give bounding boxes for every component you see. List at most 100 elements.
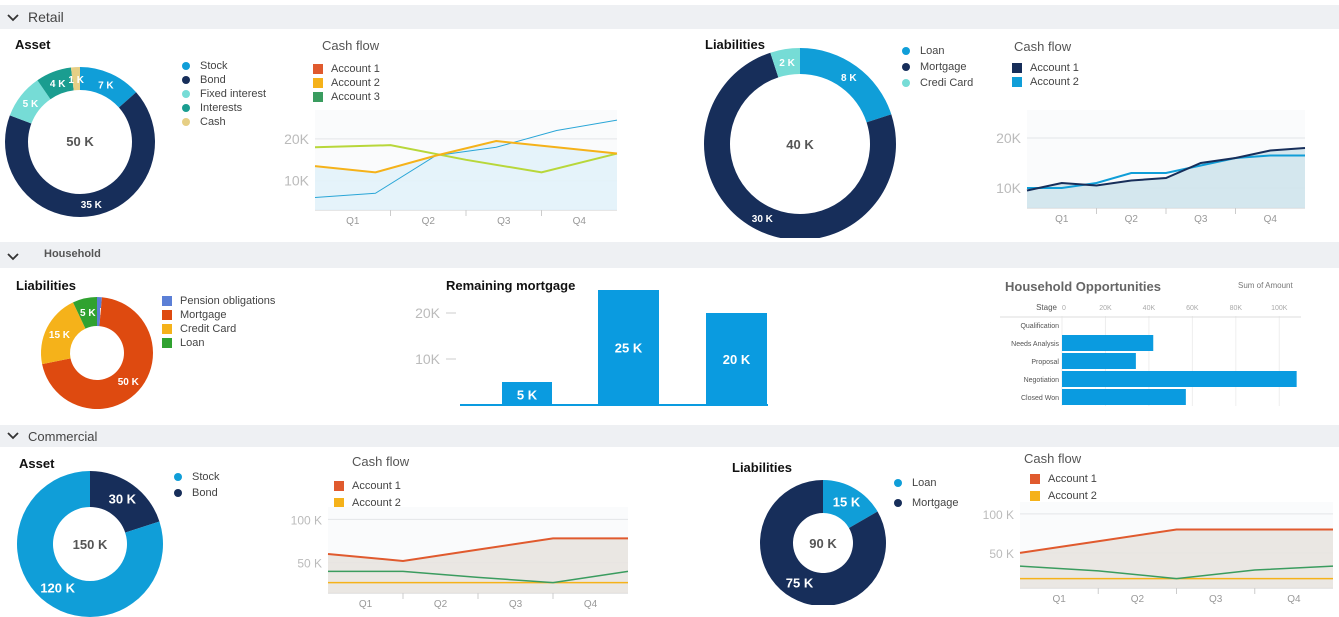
legend-label: Account 2 <box>331 77 380 89</box>
legend-marker <box>162 296 172 306</box>
legend-item-interests[interactable]: Interests <box>182 101 266 115</box>
legend-marker <box>182 118 190 126</box>
retail-section-header[interactable]: Retail <box>0 5 1339 29</box>
legend-marker <box>902 79 910 87</box>
commercial-liabilities-donut[interactable]: 15 K 75 K 90 K <box>755 475 895 605</box>
donut-label: 2 K <box>779 58 795 69</box>
commercial-cashflow-chart[interactable]: 100 K 50 K Q1 Q2 Q3 Q4 <box>270 505 632 617</box>
legend-item-account-1[interactable]: Account 1 <box>1012 61 1079 75</box>
retail-cashflow-chart[interactable]: 20K 10K Q1 Q2 Q3 Q4 <box>265 110 625 235</box>
commercial-cashflow-title: Cash flow <box>352 454 410 469</box>
legend-marker <box>174 489 182 497</box>
household-opportunities-chart[interactable]: Stage 0 20K 40K 60K 80K 100K Qualification Needs… <box>995 298 1335 413</box>
legend-item-account-2[interactable]: Account 2 <box>1012 75 1079 89</box>
bar-label: 5 K <box>517 388 538 403</box>
legend-item-mortgage[interactable]: Mortgage <box>162 308 275 322</box>
legend-label: Cash <box>200 116 226 128</box>
legend-marker <box>174 473 182 481</box>
legend-label: Credi Card <box>920 77 974 89</box>
legend-label: Loan <box>920 45 945 57</box>
retail-cashflow-legend: Account 1 Account 2 Account 3 <box>313 62 380 104</box>
commercial-liabilities-legend: Loan Mortgage <box>894 476 958 510</box>
remaining-mortgage-chart[interactable]: 20K 10K 5 K 25 K 20 K <box>400 285 780 415</box>
chevron-down-icon <box>7 14 19 22</box>
x-tick-label: 80K <box>1230 305 1243 312</box>
legend-marker <box>1012 77 1022 87</box>
donut-label: 75 K <box>786 576 814 591</box>
chevron-down-icon <box>7 253 19 261</box>
legend-item-mortgage[interactable]: Mortgage <box>894 496 958 510</box>
section-title: Retail <box>28 9 64 25</box>
donut-label: 4 K <box>50 79 66 90</box>
retail-liabilities-legend: Loan Mortgage Credi Card <box>902 44 973 90</box>
legend-label: Account 2 <box>1030 76 1079 88</box>
y-tick-label: 20K <box>284 131 310 147</box>
opportunity-bar[interactable] <box>1062 353 1136 369</box>
legend-item-account-1[interactable]: Account 1 <box>313 62 380 76</box>
x-tick-label: Q3 <box>509 599 523 610</box>
legend-item-account-2[interactable]: Account 2 <box>313 76 380 90</box>
legend-item-stock[interactable]: Stock <box>174 470 220 484</box>
x-tick-label: Q4 <box>1264 214 1278 225</box>
household-liabilities-donut[interactable]: 1 K50 K15 K5 K <box>30 290 170 415</box>
retail-cashflow2-legend: Account 1 Account 2 <box>1012 61 1079 89</box>
commercial-cashflow2-chart[interactable]: 100 K 50 K Q1 Q2 Q3 Q4 <box>965 500 1339 612</box>
legend-label: Mortgage <box>912 497 959 509</box>
legend-item-credi-card[interactable]: Credi Card <box>902 76 973 90</box>
legend-marker <box>313 92 323 102</box>
retail-asset-donut[interactable]: 7 K 35 K 5 K 4 K1 K 50 K <box>0 50 170 235</box>
donut-label: 8 K <box>841 73 857 84</box>
legend-item-loan[interactable]: Loan <box>894 476 958 490</box>
donut-slice-loan[interactable] <box>800 48 892 123</box>
x-tick-label: 100K <box>1271 305 1288 312</box>
legend-item-bond[interactable]: Bond <box>174 486 220 500</box>
legend-label: Account 1 <box>1048 473 1097 485</box>
legend-item-stock[interactable]: Stock <box>182 59 266 73</box>
y-tick-label: 10K <box>284 173 310 189</box>
retail-cashflow2-chart[interactable]: 20K 10K Q1 Q2 Q3 Q4 <box>965 110 1339 235</box>
commercial-section-header[interactable]: Commercial <box>0 425 1339 447</box>
stage-label: Negotiation <box>1024 377 1060 384</box>
legend-item-loan[interactable]: Loan <box>902 44 973 58</box>
x-tick-label: 20K <box>1099 305 1112 312</box>
retail-cashflow-title: Cash flow <box>322 38 380 53</box>
legend-marker <box>1030 474 1040 484</box>
legend-label: Mortgage <box>180 309 227 321</box>
legend-label: Mortgage <box>920 61 967 73</box>
legend-marker <box>334 481 344 491</box>
y-tick-label: 10K <box>415 351 441 367</box>
legend-item-cash[interactable]: Cash <box>182 115 266 129</box>
legend-item-account-1[interactable]: Account 1 <box>1030 472 1097 486</box>
legend-item-loan[interactable]: Loan <box>162 336 275 350</box>
donut-label: 1 K <box>68 75 84 86</box>
opportunity-bar[interactable] <box>1062 371 1297 387</box>
legend-item-mortgage[interactable]: Mortgage <box>902 60 973 74</box>
donut-center-label: 90 K <box>809 536 837 551</box>
household-opportunities-title: Household Opportunities <box>1005 279 1161 294</box>
donut-label: 30 K <box>109 492 137 507</box>
x-tick-label: Q1 <box>1052 594 1066 605</box>
y-tick-label: 100 K <box>983 508 1014 522</box>
legend-label: Account 1 <box>352 480 401 492</box>
legend-item-account-3[interactable]: Account 3 <box>313 90 380 104</box>
retail-liabilities-donut[interactable]: 8 K 30 K 2 K 40 K <box>700 48 900 238</box>
opportunity-bar[interactable] <box>1062 389 1186 405</box>
legend-item-pension-obligations[interactable]: Pension obligations <box>162 294 275 308</box>
legend-item-account-1[interactable]: Account 1 <box>334 479 401 493</box>
household-section-header[interactable]: Household <box>0 242 1339 268</box>
commercial-asset-donut[interactable]: 30 K 120 K 150 K <box>10 465 180 617</box>
bar-label: 25 K <box>615 341 643 356</box>
legend-marker <box>162 338 172 348</box>
stage-axis-label: Stage <box>1036 303 1057 312</box>
commercial-cashflow2-title: Cash flow <box>1024 451 1082 466</box>
legend-item-credit-card[interactable]: Credit Card <box>162 322 275 336</box>
legend-label: Interests <box>200 102 243 114</box>
legend-item-bond[interactable]: Bond <box>182 73 266 87</box>
retail-asset-legend: Stock Bond Fixed interest Interests Cash <box>182 59 266 129</box>
legend-item-fixed-interest[interactable]: Fixed interest <box>182 87 266 101</box>
x-tick-label: Q3 <box>1194 214 1208 225</box>
legend-label: Account 1 <box>331 63 380 75</box>
legend-label: Pension obligations <box>180 295 276 307</box>
opportunity-bar[interactable] <box>1062 335 1154 351</box>
y-tick-label: 50 K <box>297 557 322 571</box>
